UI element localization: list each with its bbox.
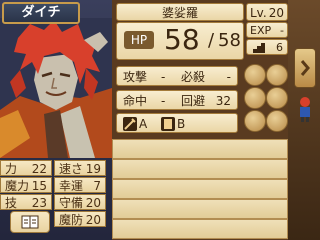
exp-value: - [280, 24, 284, 37]
class-name: 婆娑羅 [161, 6, 198, 20]
attack-crit-row: 攻撃 - 必殺 - [116, 66, 238, 86]
weapon-rank-row: A B [116, 113, 238, 133]
tome-icon [161, 117, 175, 131]
stat-defense: 守備 20 [54, 194, 106, 210]
weapon-rank-sword: A [139, 117, 148, 131]
character-portrait [0, 18, 112, 158]
class-name-box: 婆娑羅 [116, 3, 244, 21]
stat-luck-value: 7 [93, 179, 101, 193]
stat-defense-value: 20 [85, 196, 101, 210]
level-box: Lv. 20 [246, 3, 288, 21]
hp-separator: / [208, 30, 215, 51]
hit-avoid-row: 命中 - 回避 32 [116, 90, 238, 110]
stat-skill-value: 23 [31, 196, 47, 210]
skill-slot[interactable] [266, 110, 288, 132]
stat-skill-label: 技 [5, 196, 18, 210]
exp-label: EXP [250, 24, 272, 37]
attack-value: - [161, 70, 166, 84]
stat-speed-label: 速さ [59, 162, 84, 176]
stat-resistance-label: 魔防 [59, 213, 84, 227]
stat-magic-label: 魔力 [5, 179, 30, 193]
exp-box: EXP - [246, 22, 288, 38]
move-icon [253, 43, 265, 53]
skills-book-button[interactable] [10, 211, 50, 233]
crit-label: 必殺 [181, 70, 206, 84]
move-box: 6 [246, 39, 288, 55]
hit-value: - [161, 94, 166, 108]
book-icon [21, 215, 39, 229]
stat-luck: 幸運 7 [54, 177, 106, 193]
item-slot[interactable] [112, 219, 288, 239]
item-slot[interactable] [112, 199, 288, 219]
avoid-value: 32 [215, 94, 231, 108]
stat-defense-label: 守備 [59, 196, 84, 210]
map-sprite [296, 96, 314, 122]
skill-slot[interactable] [266, 64, 288, 86]
stat-strength: 力 22 [0, 160, 52, 176]
stat-speed: 速さ 19 [54, 160, 106, 176]
hp-current: 58 [164, 23, 200, 56]
item-slot[interactable] [112, 159, 288, 179]
stat-speed-value: 19 [85, 162, 101, 176]
stat-resistance: 魔防 20 [54, 211, 106, 227]
hp-label: HP [124, 31, 154, 49]
chevron-right-icon [300, 60, 310, 76]
sword-icon [123, 117, 137, 131]
page-next-button[interactable] [294, 48, 316, 88]
skill-slot[interactable] [266, 87, 288, 109]
skill-slot[interactable] [244, 87, 266, 109]
stat-strength-value: 22 [31, 162, 47, 176]
attack-label: 攻撃 [123, 70, 148, 84]
skill-slot[interactable] [244, 64, 266, 86]
avoid-label: 回避 [181, 94, 206, 108]
move-value: 6 [276, 41, 283, 54]
unit-name-plate: ダイチ [2, 2, 80, 24]
skill-slot[interactable] [244, 110, 266, 132]
stat-resistance-value: 20 [85, 213, 101, 227]
stat-strength-label: 力 [5, 162, 18, 176]
stat-luck-label: 幸運 [59, 179, 84, 193]
weapon-rank-tome: B [177, 117, 186, 131]
stat-magic: 魔力 15 [0, 177, 52, 193]
level-value: 20 [268, 6, 284, 20]
item-slot[interactable] [112, 139, 288, 159]
hp-max: 58 [218, 30, 241, 51]
crit-value: - [226, 70, 231, 84]
level-label: Lv. [250, 6, 267, 20]
hit-label: 命中 [123, 94, 148, 108]
unit-name: ダイチ [21, 5, 61, 20]
item-slot[interactable] [112, 179, 288, 199]
stat-magic-value: 15 [31, 179, 47, 193]
stat-skill: 技 23 [0, 194, 52, 210]
